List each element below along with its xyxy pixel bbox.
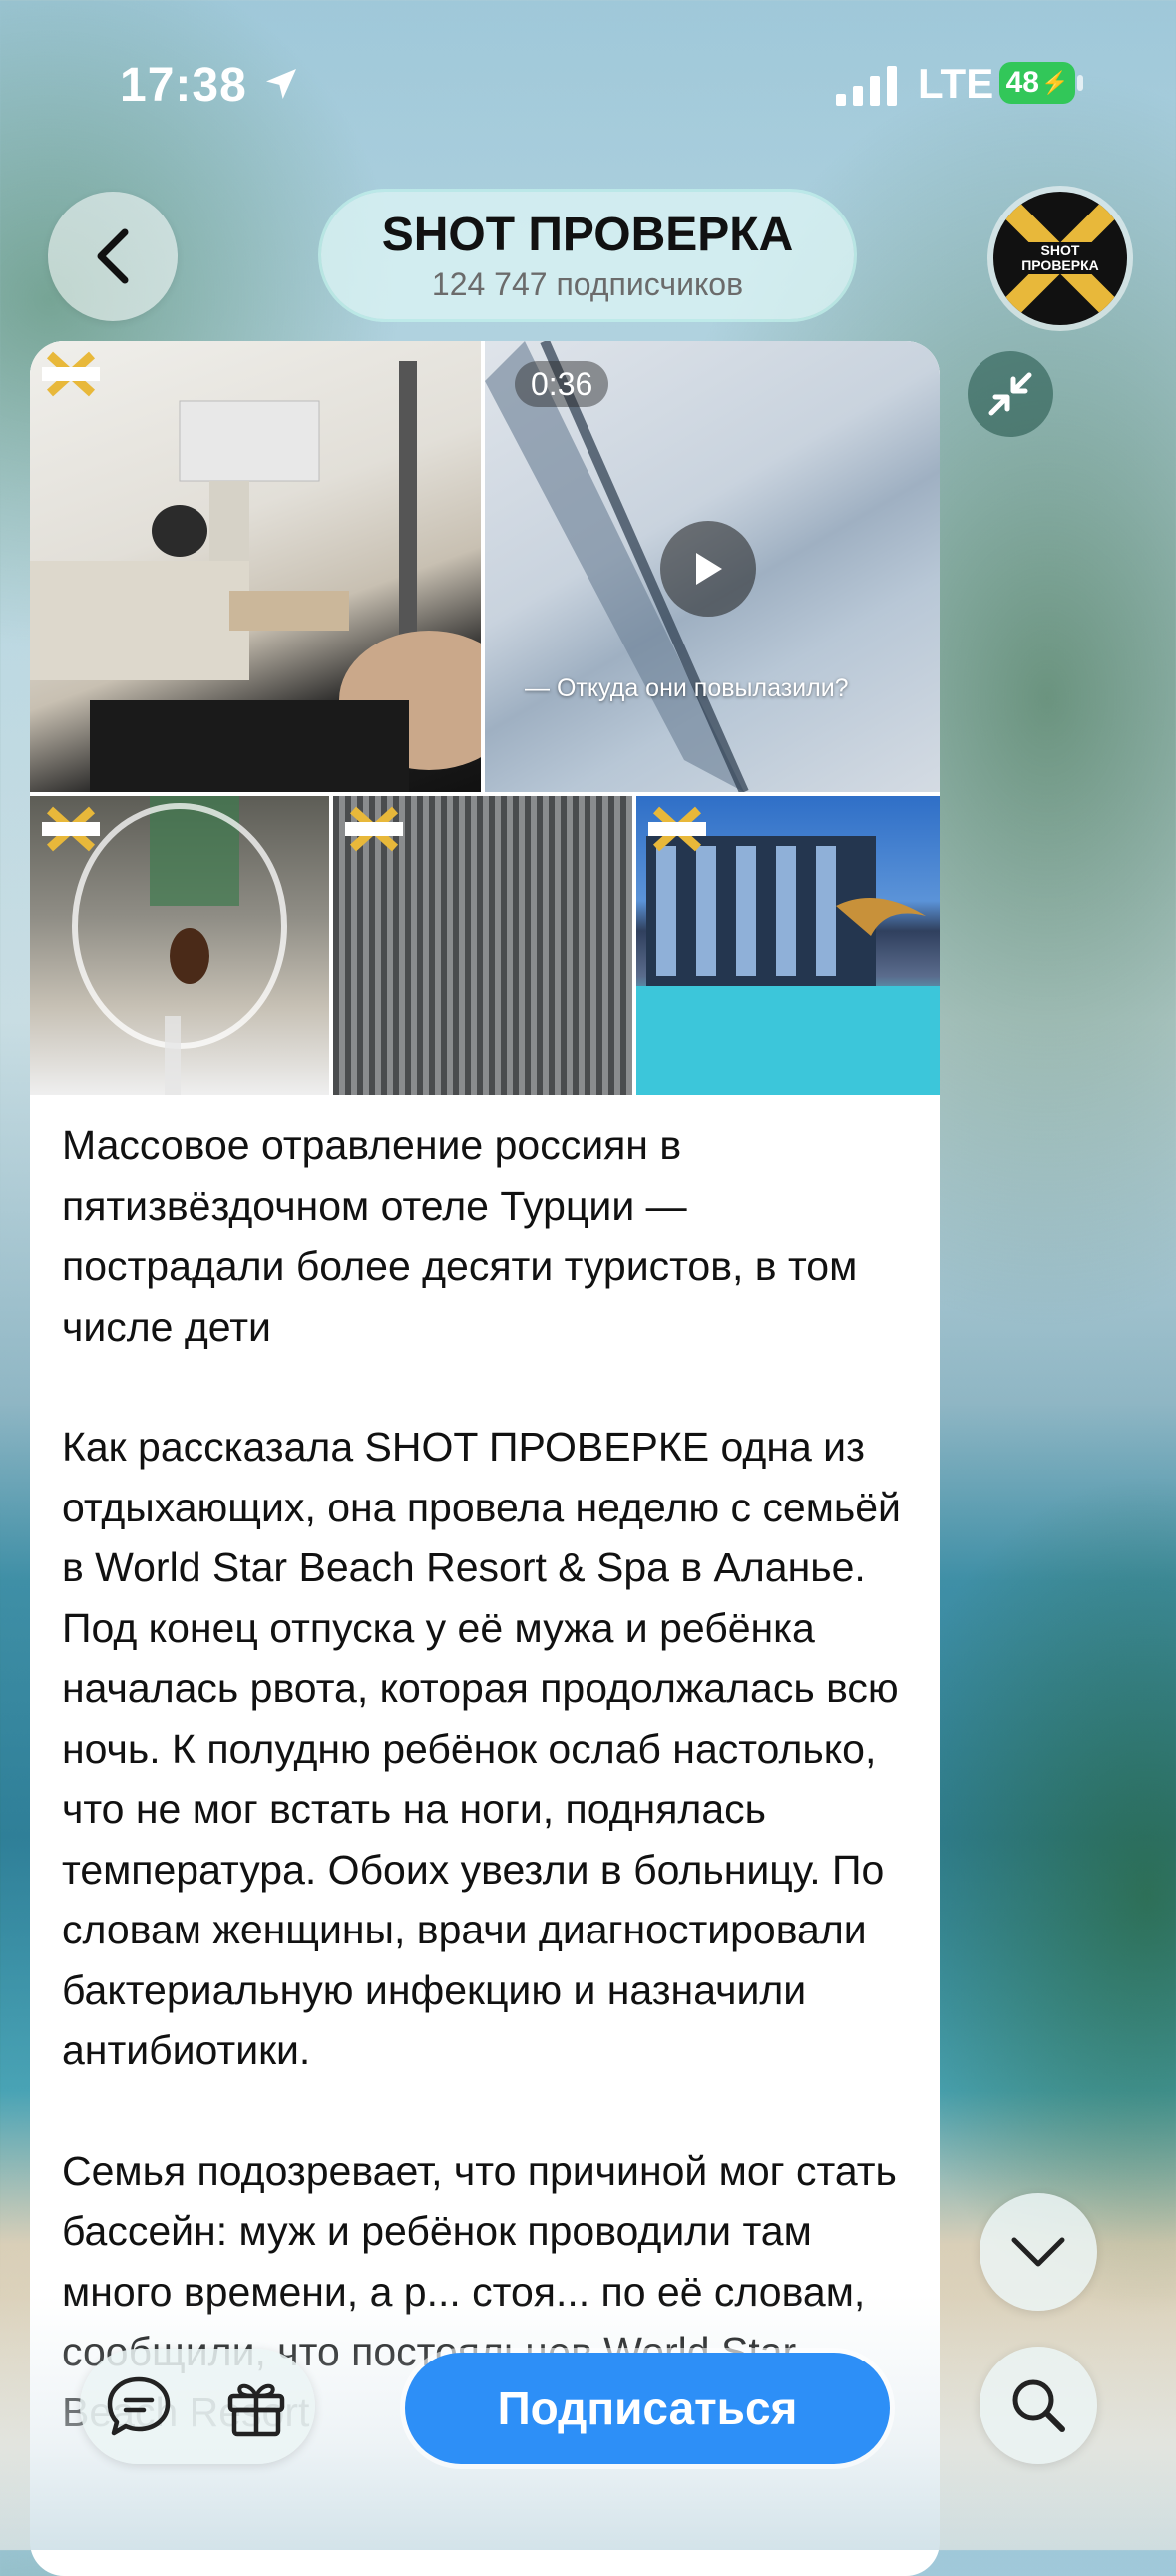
glass-scene <box>72 796 287 1095</box>
channel-name: SHOT ПРОВЕРКА <box>381 209 794 261</box>
post-text: Массовое отравление россиян в пятизвёздо… <box>30 1095 940 2442</box>
photo-glass[interactable] <box>30 796 329 1095</box>
play-icon <box>696 553 722 585</box>
battery-level: 48 <box>1005 66 1039 99</box>
battery-cap <box>1077 75 1083 91</box>
channel-avatar[interactable]: SHOT ПРОВЕРКА <box>993 192 1127 325</box>
comments-button[interactable] <box>99 2366 179 2446</box>
search-icon <box>1012 2379 1065 2432</box>
search-button[interactable] <box>980 2347 1097 2464</box>
watermark-logo <box>648 806 706 852</box>
left-actions <box>80 2349 315 2464</box>
photo-hotel[interactable] <box>636 796 940 1095</box>
video-duration: 0:36 <box>515 361 609 407</box>
scroll-down-button[interactable] <box>980 2193 1097 2311</box>
media-album: — Откуда они повылазили? 0:36 <box>30 341 940 1095</box>
location-arrow-icon <box>266 69 296 99</box>
status-bar: 17:38 LTE 48 ⚡ <box>0 0 1176 150</box>
hospital-scene <box>30 361 481 792</box>
post-paragraph: Как рассказала SHOT ПРОВЕРКЕ одна из отд… <box>62 1424 901 2073</box>
collapse-button[interactable] <box>968 351 1053 437</box>
chevron-left-icon <box>97 228 129 284</box>
charging-icon: ⚡ <box>1040 70 1069 95</box>
network-type: LTE <box>918 60 994 107</box>
play-button[interactable] <box>660 521 756 617</box>
photo-grate[interactable] <box>333 796 632 1095</box>
subscribe-button[interactable]: Подписаться <box>405 2353 890 2464</box>
battery-indicator: 48 ⚡ <box>999 62 1075 104</box>
video-caption: — Откуда они повылазили? <box>525 674 849 702</box>
chevron-down-icon <box>1011 2237 1065 2267</box>
signal-icon <box>836 66 897 106</box>
gift-button[interactable] <box>216 2366 296 2446</box>
collapse-arrows-icon <box>988 372 1032 416</box>
comment-icon <box>107 2376 171 2436</box>
post-card: — Откуда они повылазили? 0:36 Массовое о… <box>30 341 940 2576</box>
back-button[interactable] <box>48 192 178 321</box>
watermark-logo <box>345 806 403 852</box>
gift-icon <box>227 2383 285 2437</box>
svg-text:SHOT: SHOT <box>1041 242 1080 258</box>
shot-proverka-logo: SHOT ПРОВЕРКА <box>1004 203 1116 314</box>
svg-text:ПРОВЕРКА: ПРОВЕРКА <box>1021 257 1099 273</box>
status-time: 17:38 <box>120 59 247 112</box>
photo-hospital[interactable] <box>30 341 481 792</box>
post-paragraph: Массовое отравление россиян в пятизвёздо… <box>62 1122 858 1350</box>
channel-header[interactable]: SHOT ПРОВЕРКА 124 747 подписчиков <box>321 192 854 319</box>
subscriber-count: 124 747 подписчиков <box>431 266 744 302</box>
